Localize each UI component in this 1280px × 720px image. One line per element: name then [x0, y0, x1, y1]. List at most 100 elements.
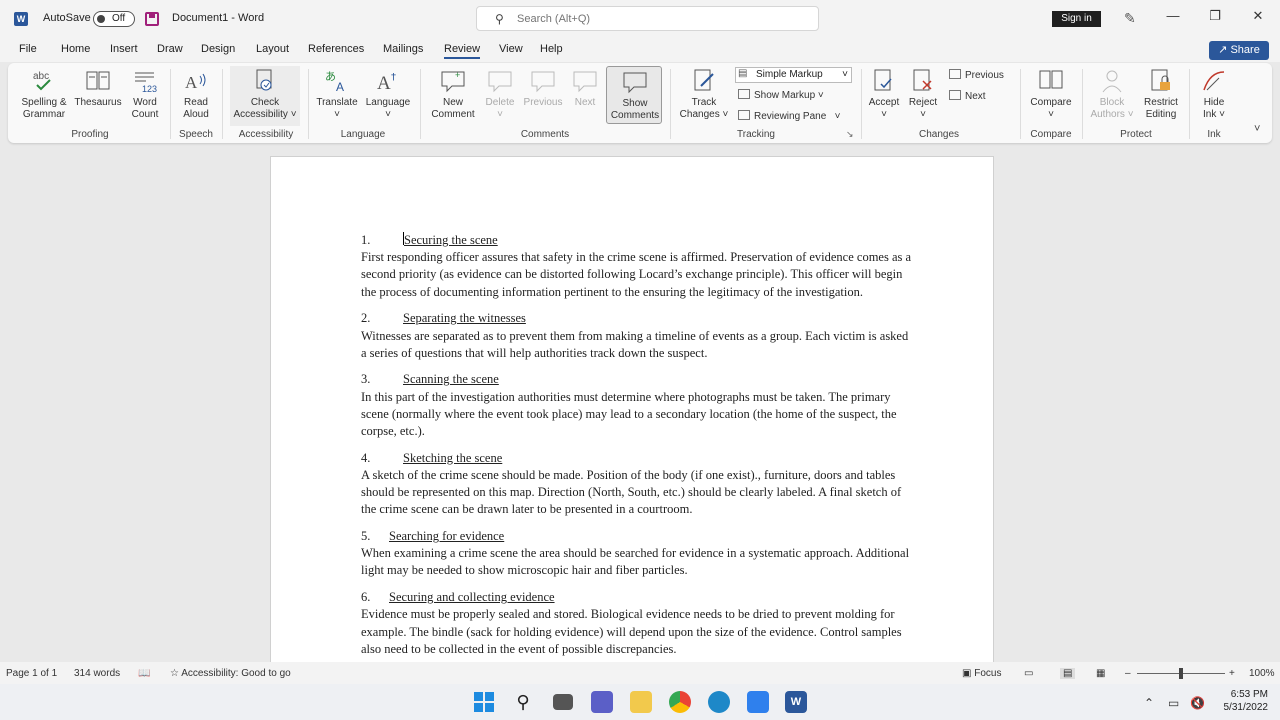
svg-text:A: A	[377, 73, 391, 94]
task-view-icon[interactable]	[553, 694, 573, 710]
block-authors-icon	[1102, 70, 1122, 93]
read-mode-icon[interactable]: ▭	[1024, 668, 1033, 679]
word-count-button[interactable]: 123 Word Count	[125, 68, 165, 121]
spelling-grammar-button[interactable]: abc Spelling & Grammar	[14, 68, 74, 121]
share-button[interactable]: ↗ Share	[1209, 41, 1269, 60]
section-title: Searching for evidence	[389, 529, 505, 544]
zoom-in-icon[interactable]: +	[1229, 668, 1235, 679]
tab-layout[interactable]: Layout	[256, 43, 289, 55]
reject-button[interactable]: Reject ˅	[905, 68, 941, 121]
next-comment-button[interactable]: Next	[567, 68, 603, 109]
word-count-icon: 123	[135, 72, 157, 94]
tab-references[interactable]: References	[308, 43, 364, 55]
simple-markup-value: Simple Markup	[756, 69, 823, 80]
tab-review[interactable]: Review	[444, 43, 481, 59]
language-button[interactable]: A † Language ˅	[362, 68, 414, 121]
file-explorer-icon[interactable]	[630, 691, 652, 713]
tab-file[interactable]: File	[19, 43, 37, 55]
search-taskbar-icon[interactable]: ⚲	[512, 691, 534, 713]
newcomment-label-1: New	[442, 97, 463, 108]
word-taskbar-icon[interactable]: W	[785, 691, 807, 713]
compare-button[interactable]: Compare ˅	[1026, 68, 1076, 121]
document-content[interactable]: 1. Securing the scene First responding of…	[361, 232, 913, 662]
edge-icon[interactable]	[708, 691, 730, 713]
tab-help[interactable]: Help	[540, 43, 563, 55]
show-comments-icon	[623, 72, 647, 94]
check-accessibility-button[interactable]: Check Accessibility ˅	[230, 66, 300, 126]
ribbon-divider	[420, 69, 421, 139]
zoom-level[interactable]: 100%	[1249, 668, 1275, 679]
hide-ink-button[interactable]: Hide Ink ˅	[1194, 68, 1234, 121]
document-page[interactable]: 1. Securing the scene First responding of…	[270, 156, 994, 662]
accept-icon	[874, 69, 892, 91]
teams-icon[interactable]	[591, 691, 613, 713]
blockauthors-label-1: Block	[1099, 97, 1125, 108]
word-count[interactable]: 314 words	[74, 668, 120, 679]
delete-comment-button[interactable]: Delete ˅	[480, 68, 520, 121]
restore-icon[interactable]: ❐	[1205, 8, 1225, 24]
accessibility-status[interactable]: ☆ Accessibility: Good to go	[170, 668, 291, 679]
clock[interactable]: 6:53 PM 5/31/2022	[1212, 688, 1269, 714]
prev-change-label: Previous	[965, 70, 1004, 81]
chrome-icon[interactable]	[669, 691, 691, 713]
restrict-label-1: Restrict	[1144, 97, 1178, 108]
previous-change-button[interactable]: Previous	[949, 69, 1004, 81]
store-icon[interactable]	[747, 691, 769, 713]
sign-in-button[interactable]: Sign in	[1052, 11, 1101, 27]
translate-button[interactable]: あA Translate ˅	[314, 68, 360, 121]
search-input[interactable]	[517, 10, 807, 28]
zoom-out-icon[interactable]: –	[1125, 668, 1131, 679]
volume-icon[interactable]: 🔇	[1190, 696, 1205, 710]
reviewing-pane-button[interactable]: Reviewing Pane ˅	[738, 110, 840, 122]
read-aloud-icon: A	[185, 73, 206, 92]
showcomments-label-1: Show	[622, 98, 648, 109]
group-label-protect: Protect	[1120, 129, 1152, 140]
pen-icon[interactable]: ✎	[1124, 10, 1136, 27]
tab-insert[interactable]: Insert	[110, 43, 138, 55]
section-number: 4.	[361, 450, 371, 465]
tab-design[interactable]: Design	[201, 43, 235, 55]
tab-view[interactable]: View	[499, 43, 523, 55]
show-comments-inner: Show Comments	[607, 69, 663, 122]
status-bar: Page 1 of 1 314 words 📖 ☆ Accessibility:…	[0, 662, 1280, 684]
minimize-icon[interactable]: —	[1163, 8, 1183, 23]
dialog-launcher-icon[interactable]: ↘	[846, 129, 854, 140]
restrict-editing-button[interactable]: Restrict Editing	[1138, 68, 1184, 121]
next-change-button[interactable]: Next	[949, 90, 986, 102]
block-authors-button[interactable]: Block Authors ˅	[1089, 68, 1135, 121]
show-markup-button[interactable]: Show Markup ˅	[738, 89, 824, 101]
accept-button[interactable]: Accept ˅	[866, 68, 902, 121]
print-layout-icon[interactable]: ▤	[1060, 668, 1076, 679]
compare-icon	[1039, 70, 1063, 89]
svg-text:+: +	[455, 70, 460, 80]
tab-home[interactable]: Home	[61, 43, 90, 55]
start-icon[interactable]	[473, 691, 495, 713]
page-count[interactable]: Page 1 of 1	[6, 668, 57, 679]
show-comments-button[interactable]: Show Comments	[606, 66, 662, 124]
track-changes-button[interactable]: Track Changes ˅	[676, 68, 732, 121]
tray-chevron-icon[interactable]: ⌃	[1144, 696, 1154, 710]
web-layout-icon[interactable]: ▦	[1096, 668, 1105, 679]
tab-draw[interactable]: Draw	[157, 43, 183, 55]
autosave-toggle[interactable]: Off	[93, 11, 135, 27]
search-box[interactable]: ⚲	[476, 6, 819, 31]
thesaurus-button[interactable]: Thesaurus	[72, 68, 124, 109]
reject-label: Reject	[908, 97, 938, 108]
new-comment-button[interactable]: + New Comment	[426, 68, 480, 121]
markup-dropdown[interactable]: Simple Markup ˅	[735, 67, 852, 83]
read-aloud-button[interactable]: A Read Aloud	[176, 68, 216, 121]
section-number: 5.	[361, 529, 371, 544]
proofing-icon[interactable]: 📖	[138, 668, 150, 679]
save-icon[interactable]	[145, 12, 159, 26]
hide-ink-icon	[1203, 71, 1225, 91]
close-icon[interactable]: ✕	[1248, 8, 1268, 24]
accept-label: Accept	[868, 97, 900, 108]
zoom-thumb[interactable]	[1179, 668, 1183, 679]
tab-mailings[interactable]: Mailings	[383, 43, 423, 55]
ribbon-collapse-icon[interactable]: ˅	[1254, 123, 1260, 135]
focus-button[interactable]: ▣ Focus	[962, 668, 1001, 679]
taskbar: ⚲ W ⌃ ▭ 🔇 6:53 PM 5/31/2022	[0, 684, 1280, 720]
showcomments-label-2: Comments	[610, 110, 660, 121]
network-icon[interactable]: ▭	[1168, 696, 1179, 710]
previous-comment-button[interactable]: Previous	[521, 68, 565, 109]
